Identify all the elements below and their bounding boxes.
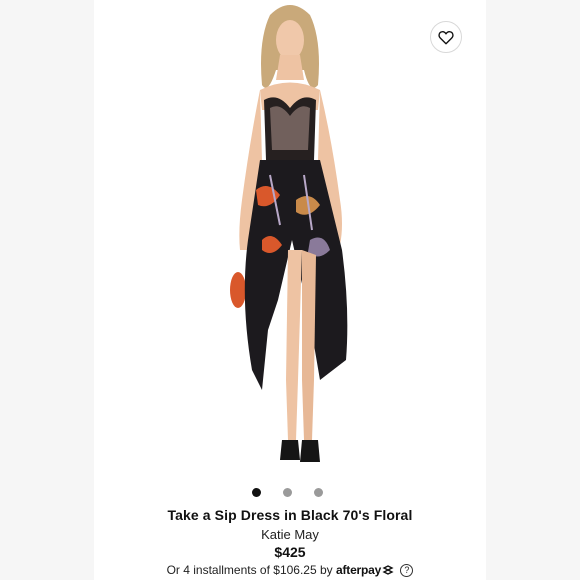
product-price: $425 [274,544,306,560]
product-title[interactable]: Take a Sip Dress in Black 70's Floral [0,507,580,523]
carousel-dot-2[interactable] [282,488,292,497]
heart-icon [438,31,454,45]
product-brand[interactable]: Katie May [0,527,580,542]
afterpay-logo-text: afterpay [336,563,382,577]
question-circle-icon[interactable]: ? [400,564,414,577]
carousel-indicator [0,488,580,497]
carousel-dot-3[interactable] [313,488,323,497]
carousel-dot-1[interactable] [251,488,261,497]
afterpay-logo: afterpay [336,563,394,577]
installments-text: Or 4 installments of $106.25 by [166,563,333,577]
afterpay-arrows-icon [382,565,394,575]
afterpay-installments: Or 4 installments of $106.25 by afterpay… [0,563,580,577]
product-image[interactable] [200,0,380,475]
wishlist-button[interactable] [430,21,462,53]
